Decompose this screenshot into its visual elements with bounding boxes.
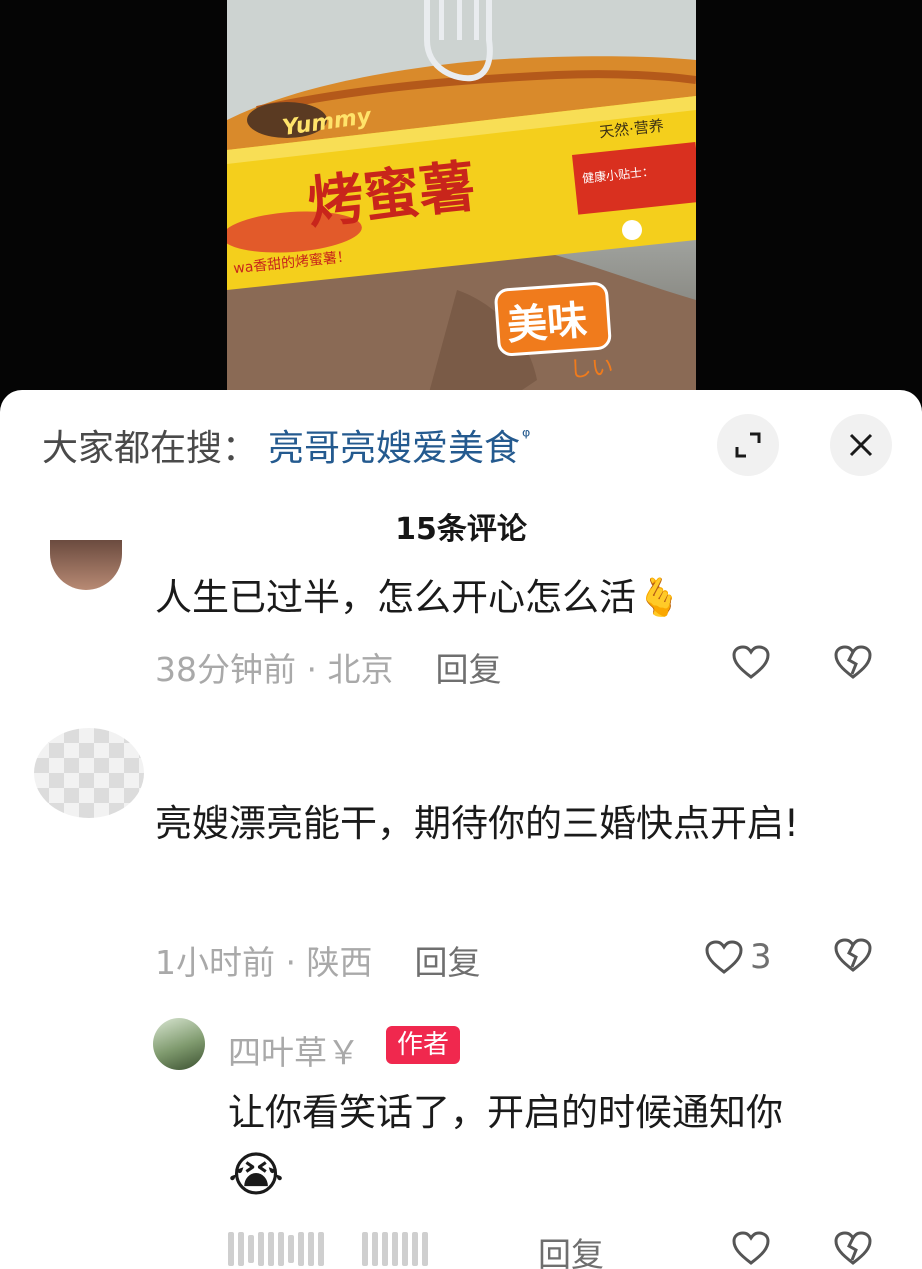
expand-icon (735, 432, 761, 458)
reply-button[interactable]: 回复 (538, 1228, 604, 1269)
like-button[interactable] (731, 1230, 771, 1266)
close-icon (849, 433, 873, 457)
broken-heart-icon (834, 1231, 872, 1265)
crying-laughing-emoji-icon: 😭 (228, 1147, 285, 1203)
dislike-button[interactable] (833, 937, 873, 977)
search-suggestion[interactable]: 大家都在搜： 亮哥亮嫂爱美食 ᵠ (42, 420, 530, 470)
video-player[interactable]: 烤蜜薯 天然·营养 健康小贴士： wa香甜的烤蜜薯！ Yummy 美味 しい (0, 0, 922, 400)
hand-emoji-icon: 🫰 (636, 576, 683, 619)
broken-heart-icon (834, 938, 872, 972)
like-button[interactable]: 3 (704, 937, 772, 977)
like-count: 3 (750, 937, 772, 977)
heart-icon (732, 1231, 770, 1265)
reply-button[interactable]: 回复 (414, 936, 480, 984)
sticker-meiwei: 美味 しい (493, 281, 615, 389)
comment-meta: 1小时前 · 陕西 回复 (155, 936, 480, 984)
dislike-button[interactable] (833, 1230, 873, 1269)
author-badge: 作者 (386, 1026, 461, 1064)
comment-text: 亮嫂漂亮能干，期待你的三婚快点开启! (155, 802, 799, 845)
comment-text: 人生已过半，怎么开心怎么活🫰 (155, 566, 875, 629)
avatar[interactable] (50, 540, 122, 590)
sticker-oishii-text: しい (568, 354, 615, 383)
like-button[interactable] (731, 644, 771, 680)
close-button[interactable] (830, 414, 892, 476)
expand-button[interactable] (717, 414, 779, 476)
heart-icon (705, 940, 743, 974)
search-prefix-label: 大家都在搜： (42, 428, 259, 469)
avatar[interactable] (34, 728, 144, 818)
sticker-meiwei-text: 美味 (493, 281, 613, 357)
comment-count-title: 15条评论 (395, 512, 527, 547)
search-term-link[interactable]: 亮哥亮嫂爱美食 (268, 419, 520, 471)
comment-meta: 38分钟前 · 北京 回复 (155, 643, 501, 691)
search-icon: ᵠ (522, 424, 531, 448)
reply-text-body: 让你看笑话了，开启的时候通知你 (228, 1091, 783, 1134)
time-location: 38分钟前 · 北京 (155, 650, 394, 689)
author-name[interactable]: 四叶草￥ (228, 1026, 360, 1074)
comment-sheet: 大家都在搜： 亮哥亮嫂爱美食 ᵠ 15条评论 人生已过半，怎么开心怎么活🫰 38… (0, 390, 922, 1269)
dislike-button[interactable] (833, 644, 873, 684)
author-avatar[interactable] (153, 1018, 205, 1070)
video-frame[interactable]: 烤蜜薯 天然·营养 健康小贴士： wa香甜的烤蜜薯！ Yummy 美味 しい (227, 0, 696, 400)
reply-button[interactable]: 回复 (435, 643, 501, 691)
comment-text-body: 人生已过半，怎么开心怎么活 (155, 576, 636, 619)
author-reply-meta: 回复 (538, 1228, 604, 1269)
time-location: 1小时前 · 陕西 (155, 943, 373, 982)
reply-text: 让你看笑话了，开启的时候通知你 😭 (228, 1082, 908, 1210)
heart-icon (732, 645, 770, 679)
obscured-meta-text (228, 1232, 428, 1266)
broken-heart-icon (834, 645, 872, 679)
